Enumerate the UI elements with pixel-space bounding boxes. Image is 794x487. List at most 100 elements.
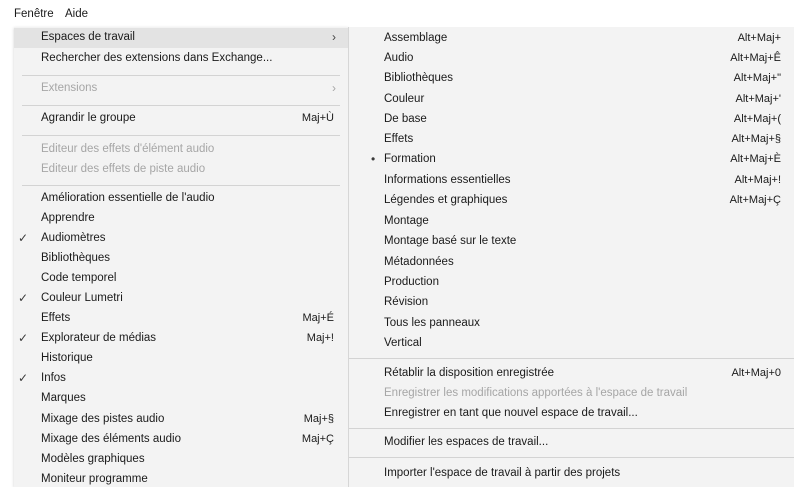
checkmark-icon: ✓	[18, 371, 29, 385]
menu-item-label: Enregistrer en tant que nouvel espace de…	[384, 407, 638, 419]
workspace-audio[interactable]: Audio Alt+Maj+Ê	[349, 49, 794, 69]
workspace-montage-texte[interactable]: Montage basé sur le texte	[349, 232, 794, 252]
menu-separator	[22, 75, 340, 76]
workspace-vertical[interactable]: Vertical	[349, 334, 794, 354]
checkmark-icon: ✓	[18, 331, 29, 345]
menu-item-shortcut: Maj+Ç	[301, 433, 334, 445]
menu-item-explorateur-medias[interactable]: ✓ Explorateur de médias Maj+!	[14, 329, 348, 349]
menu-item-shortcut: Maj+Ù	[301, 112, 334, 124]
menu-item-shortcut: Alt+Maj+	[737, 32, 781, 44]
workspace-metadonnees[interactable]: Métadonnées	[349, 253, 794, 273]
menu-item-mixage-pistes-audio[interactable]: Mixage des pistes audio Maj+§	[14, 410, 348, 430]
menu-item-shortcut: Alt+Maj+Ç	[729, 194, 781, 206]
menu-item-audiometres[interactable]: ✓ Audiomètres	[14, 229, 348, 249]
menu-item-shortcut: Maj+!	[306, 332, 334, 344]
enregistrer-modifications: Enregistrer les modifications apportées …	[349, 384, 794, 404]
menu-item-shortcut: Alt+Maj+!	[734, 174, 781, 186]
menu-item-editeur-effets-element-audio: Editeur des effets d'élément audio	[14, 140, 348, 160]
menu-item-infos[interactable]: ✓ Infos	[14, 369, 348, 389]
workspace-bibliotheques[interactable]: Bibliothèques Alt+Maj+"	[349, 69, 794, 89]
menu-item-label: Historique	[41, 352, 93, 364]
chevron-right-icon: ›	[332, 81, 336, 95]
menu-item-agrandir-groupe[interactable]: Agrandir le groupe Maj+Ù	[14, 109, 348, 129]
menu-item-label: Effets	[384, 133, 414, 145]
menu-separator	[349, 358, 794, 359]
modifier-espaces[interactable]: Modifier les espaces de travail...	[349, 433, 794, 453]
menu-item-moniteur-programme[interactable]: Moniteur programme	[14, 470, 348, 487]
menu-item-label: Audiomètres	[41, 232, 106, 244]
workspace-revision[interactable]: Révision	[349, 293, 794, 313]
menu-item-label: Couleur Lumetri	[41, 292, 123, 304]
menu-item-code-temporel[interactable]: Code temporel	[14, 269, 348, 289]
workspace-couleur[interactable]: Couleur Alt+Maj+'	[349, 90, 794, 110]
menu-item-label: Assemblage	[384, 32, 448, 44]
menu-item-label: Mixage des pistes audio	[41, 413, 165, 425]
menu-item-modeles-graphiques[interactable]: Modèles graphiques	[14, 450, 348, 470]
menu-separator	[349, 457, 794, 458]
menu-item-label: Production	[384, 276, 439, 288]
menubar-aide[interactable]: Aide	[65, 8, 88, 20]
menu-item-shortcut: Alt+Maj+§	[731, 133, 781, 145]
menu-item-espaces-de-travail[interactable]: Espaces de travail ›	[14, 28, 348, 48]
menu-item-label: Explorateur de médias	[41, 332, 157, 344]
chevron-right-icon: ›	[332, 30, 336, 44]
menu-separator	[22, 135, 340, 136]
menu-separator	[349, 428, 794, 429]
menu-item-amelioration-audio[interactable]: Amélioration essentielle de l'audio	[14, 189, 348, 209]
checkmark-icon: ✓	[18, 291, 29, 305]
menu-item-shortcut: Alt+Maj+"	[733, 72, 781, 84]
workspace-informations-essentielles[interactable]: Informations essentielles Alt+Maj+!	[349, 171, 794, 191]
espaces-de-travail-submenu: Assemblage Alt+Maj+ Audio Alt+Maj+Ê Bibl…	[348, 27, 794, 487]
menu-item-label: Légendes et graphiques	[384, 194, 508, 206]
menu-item-historique[interactable]: Historique	[14, 349, 348, 369]
menu-item-label: Couleur	[384, 93, 425, 105]
menu-item-label: Montage basé sur le texte	[384, 235, 517, 247]
menu-item-shortcut: Maj+§	[303, 413, 334, 425]
menu-item-shortcut: Maj+É	[302, 312, 335, 324]
menu-item-label: Extensions	[41, 82, 98, 94]
workspace-tous-les-panneaux[interactable]: Tous les panneaux	[349, 314, 794, 334]
menu-bar: Fenêtre Aide	[0, 0, 794, 26]
menu-item-label: Effets	[41, 312, 71, 324]
menu-separator	[22, 185, 340, 186]
menu-item-shortcut: Alt+Maj+(	[733, 113, 781, 125]
workspace-montage[interactable]: Montage	[349, 212, 794, 232]
menu-item-apprendre[interactable]: Apprendre	[14, 209, 348, 229]
menu-item-label: Editeur des effets d'élément audio	[41, 143, 215, 155]
menu-item-rechercher-extensions[interactable]: Rechercher des extensions dans Exchange.…	[14, 49, 348, 69]
checkmark-icon: ✓	[18, 231, 29, 245]
workspace-de-base[interactable]: De base Alt+Maj+(	[349, 110, 794, 130]
bullet-icon: •	[371, 152, 376, 166]
menu-item-label: Rechercher des extensions dans Exchange.…	[41, 52, 273, 64]
menu-item-marques[interactable]: Marques	[14, 389, 348, 409]
menu-item-label: Code temporel	[41, 272, 117, 284]
workspace-production[interactable]: Production	[349, 273, 794, 293]
menu-item-shortcut: Alt+Maj+'	[735, 93, 781, 105]
workspace-legendes-graphiques[interactable]: Légendes et graphiques Alt+Maj+Ç	[349, 191, 794, 211]
workspace-formation[interactable]: • Formation Alt+Maj+È	[349, 150, 794, 170]
menu-item-label: Infos	[41, 372, 66, 384]
menu-item-label: Informations essentielles	[384, 174, 511, 186]
menu-item-label: Marques	[41, 392, 86, 404]
menu-item-bibliotheques[interactable]: Bibliothèques	[14, 249, 348, 269]
workspace-effets[interactable]: Effets Alt+Maj+§	[349, 130, 794, 150]
menu-item-mixage-elements-audio[interactable]: Mixage des éléments audio Maj+Ç	[14, 430, 348, 450]
menu-item-label: Vertical	[384, 337, 422, 349]
enregistrer-nouvel-espace[interactable]: Enregistrer en tant que nouvel espace de…	[349, 404, 794, 424]
menu-separator	[22, 105, 340, 106]
importer-espace[interactable]: Importer l'espace de travail à partir de…	[349, 464, 794, 484]
menubar-fenetre[interactable]: Fenêtre	[14, 8, 54, 20]
menu-item-label: De base	[384, 113, 427, 125]
menu-item-label: Montage	[384, 215, 429, 227]
menu-item-label: Espaces de travail	[41, 31, 135, 43]
menu-item-label: Enregistrer les modifications apportées …	[384, 387, 688, 399]
menu-item-label: Audio	[384, 52, 414, 64]
menu-item-couleur-lumetri[interactable]: ✓ Couleur Lumetri	[14, 289, 348, 309]
workspace-assemblage[interactable]: Assemblage Alt+Maj+	[349, 29, 794, 49]
fenetre-menu: Espaces de travail › Rechercher des exte…	[14, 27, 348, 487]
menu-item-effets[interactable]: Effets Maj+É	[14, 309, 348, 329]
retablir-disposition[interactable]: Rétablir la disposition enregistrée Alt+…	[349, 364, 794, 384]
menu-item-label: Apprendre	[41, 212, 95, 224]
menu-item-label: Métadonnées	[384, 256, 454, 268]
menu-item-label: Formation	[384, 153, 436, 165]
